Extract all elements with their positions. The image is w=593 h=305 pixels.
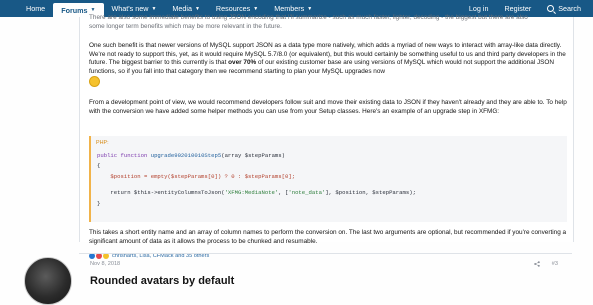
code-line-1: public function upgrade902010010Step5(ar… <box>97 152 285 161</box>
code-line-2: { <box>97 162 101 169</box>
chevron-down-icon[interactable]: ▼ <box>151 6 156 12</box>
post-message: There are also some immediate benefits t… <box>79 14 574 259</box>
post-divider <box>79 253 572 254</box>
code-params: (array $stepParams) <box>221 152 285 159</box>
code-language-label: PHP: <box>96 140 109 146</box>
code-sep: , [ <box>278 189 289 196</box>
next-post: Nov 8, 2018 #3 Rounded avatars by defaul… <box>20 257 572 305</box>
share-icon[interactable] <box>534 261 540 267</box>
nav-whats-new-label: What's new <box>111 4 149 13</box>
search-label: Search <box>558 4 581 13</box>
post-top-line2: some longer term benefits which may be m… <box>89 22 282 30</box>
nav-members-label: Members <box>274 4 305 13</box>
nav-resources-label: Resources <box>215 4 251 13</box>
chevron-down-icon[interactable]: ▼ <box>253 6 258 12</box>
post-number[interactable]: #3 <box>552 261 558 267</box>
login-label: Log in <box>468 4 489 13</box>
para1-bold: over 70% <box>228 59 257 67</box>
post-title: Rounded avatars by default <box>90 275 235 287</box>
smile-emoji-icon <box>89 76 100 88</box>
nav-home-label: Home <box>26 4 46 13</box>
code-keyword: public function <box>97 152 148 159</box>
code-tail: ], $position, $stepParams); <box>325 189 416 196</box>
code-block: PHP: public function upgrade902010010Ste… <box>89 136 567 222</box>
post-paragraph-3: This takes a short entity name and an ar… <box>89 229 567 246</box>
code-line-4: return $this->entityColumnsToJson('XFMG:… <box>97 189 416 198</box>
para2-text: From a development point of view, we wou… <box>89 99 567 115</box>
post-paragraph-1: One such benefit is that newer versions … <box>89 42 567 89</box>
chevron-down-icon[interactable]: ▼ <box>91 7 96 13</box>
nav-media-label: Media <box>172 4 192 13</box>
post-top-line1: There are also some immediate benefits t… <box>89 14 528 21</box>
code-string-2: 'note_data' <box>288 189 326 196</box>
search-icon <box>547 5 555 12</box>
chevron-down-icon[interactable]: ▼ <box>195 6 200 12</box>
nav-forums-label: Forums <box>61 5 88 15</box>
register-label: Register <box>504 4 532 13</box>
post-date[interactable]: Nov 8, 2018 <box>90 261 120 267</box>
post-meta: #3 <box>534 261 558 267</box>
para3-text: This takes a short entity name and an ar… <box>89 229 567 245</box>
code-line-3: $position = empty($stepParams[0]) ? 0 : … <box>97 173 296 180</box>
post-paragraph-partial: There are also some immediate benefits t… <box>89 14 567 31</box>
nav-home[interactable]: Home <box>0 0 53 17</box>
code-line-5: } <box>97 200 101 207</box>
code-return: return $this->entityColumnsToJson( <box>97 189 225 196</box>
chevron-down-icon[interactable]: ▼ <box>307 6 312 12</box>
post-paragraph-2: From a development point of view, we wou… <box>89 99 567 116</box>
code-string-1: 'XFMG:MediaNote' <box>224 189 279 196</box>
avatar[interactable] <box>24 257 72 305</box>
code-function-name: upgrade902010010Step5 <box>150 152 222 159</box>
